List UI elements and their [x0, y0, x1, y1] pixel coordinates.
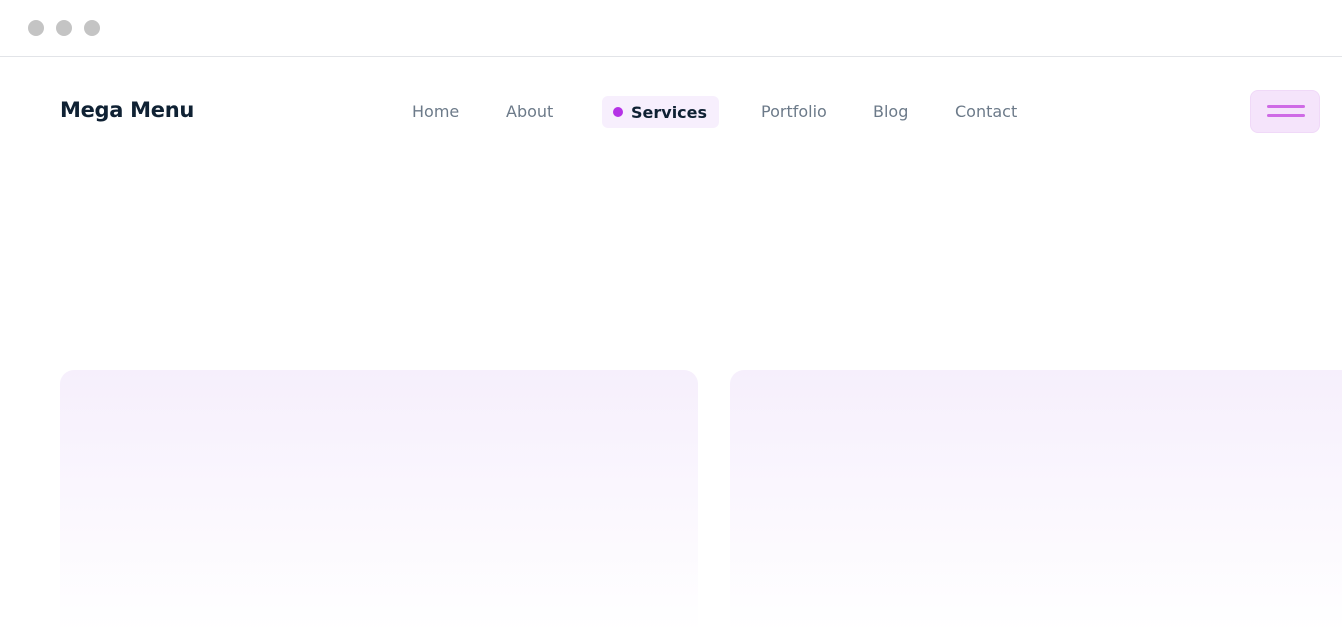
window-minimize-dot[interactable] — [56, 20, 72, 36]
nav-item-blog[interactable]: Blog — [873, 96, 908, 128]
nav-item-portfolio[interactable]: Portfolio — [761, 96, 827, 128]
nav-item-label: Services — [631, 102, 708, 122]
window-maximize-dot[interactable] — [84, 20, 100, 36]
window-close-dot[interactable] — [28, 20, 44, 36]
hamburger-menu-icon — [1267, 114, 1305, 117]
nav-item-contact[interactable]: Contact — [955, 96, 1017, 128]
mega-menu-card — [60, 370, 698, 632]
active-indicator-dot — [613, 107, 623, 117]
nav-item-about[interactable]: About — [506, 96, 553, 128]
nav-item-services[interactable]: Services — [602, 96, 720, 128]
menu-toggle-button[interactable] — [1250, 90, 1320, 133]
mega-menu-card — [730, 370, 1342, 632]
window-chrome — [0, 0, 1342, 57]
nav-item-home[interactable]: Home — [412, 96, 459, 128]
brand-logo[interactable]: Mega Menu — [60, 98, 194, 122]
hamburger-menu-icon — [1267, 105, 1305, 108]
site-header: Mega Menu Home About Services Portfolio … — [0, 58, 1342, 164]
